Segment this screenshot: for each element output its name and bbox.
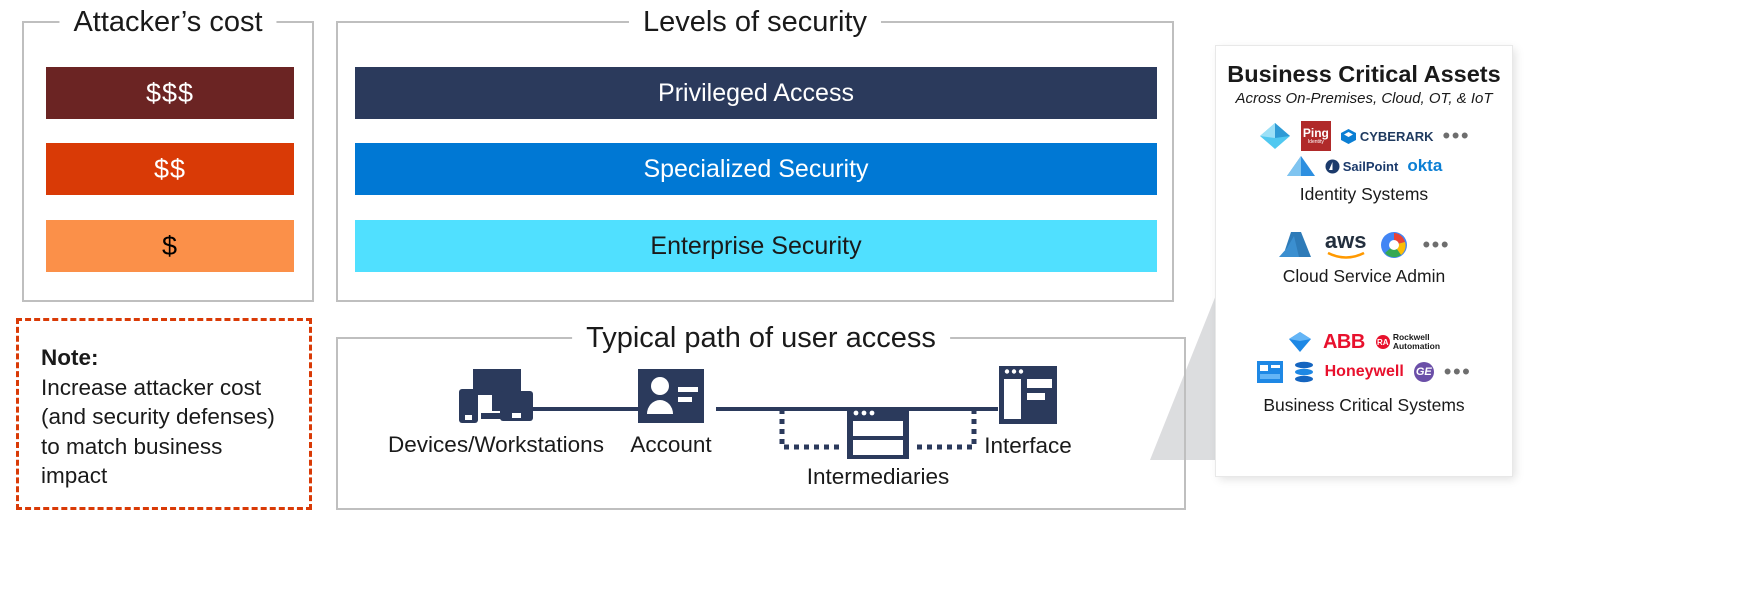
path-node-devices: Devices/Workstations [366, 369, 626, 458]
azure-ad-icon [1259, 123, 1290, 149]
logo-row-identity-2: SailPoint okta [1216, 151, 1512, 181]
level-bar-enterprise-security: Enterprise Security [355, 220, 1157, 272]
level-bar-specialized-security: Specialized Security [355, 143, 1157, 195]
ping-identity-logo: Ping Identity [1300, 121, 1331, 151]
cost-bar-high: $$$ [46, 67, 294, 119]
path-node-interface: Interface [938, 366, 1118, 459]
path-node-account: Account [596, 369, 746, 458]
rockwell-mark-icon: RA [1375, 335, 1390, 349]
levels-of-security-title: Levels of security [628, 6, 882, 38]
sailpoint-logo: SailPoint [1325, 159, 1398, 174]
levels-of-security-panel: Levels of security Privileged Access Spe… [336, 6, 1174, 302]
cyberark-logo: CYBERARK [1340, 128, 1434, 145]
abb-logo: ABB [1322, 330, 1365, 353]
account-card-icon [638, 369, 704, 423]
intermediaries-icon [847, 407, 909, 459]
asset-caption-cloud-service-admin: Cloud Service Admin [1282, 266, 1446, 286]
logo-row-bcs-2: Honeywell GE ••• [1216, 357, 1512, 387]
path-stage: Devices/Workstations Account Intermediar… [338, 339, 1184, 508]
level-bar-privileged-access: Privileged Access [355, 67, 1157, 119]
asset-caption-business-critical-systems: Business Critical Systems [1263, 395, 1465, 415]
okta-logo: okta [1407, 156, 1443, 175]
cyberark-mark-icon [1340, 128, 1356, 144]
asset-group-cloud-service-admin: aws ••• Cloud Service Admin [1216, 227, 1512, 287]
note-content: Note: Increase attacker cost (and securi… [19, 321, 309, 491]
devices-workstations-icon [459, 369, 533, 423]
azure-logo [1278, 232, 1311, 257]
aws-logo: aws [1325, 229, 1366, 260]
interface-window-icon [999, 366, 1057, 424]
keeper-pyramid-icon [1286, 156, 1315, 176]
honeywell-logo: Honeywell [1324, 363, 1404, 380]
path-node-intermediaries-label: Intermediaries [806, 464, 950, 489]
attacker-cost-title: Attacker’s cost [59, 6, 277, 38]
diagram-canvas: Attacker’s cost $$$ $$ $ Note: Increase … [0, 0, 1751, 593]
typical-path-panel: Typical path of user access Devices/Work… [336, 322, 1186, 510]
note-box: Note: Increase attacker cost (and securi… [16, 318, 312, 510]
rockwell-automation-logo: RA Rockwell Automation [1375, 332, 1441, 351]
note-label: Note: [41, 345, 99, 370]
database-icon [1294, 361, 1313, 383]
ge-logo: GE [1413, 362, 1434, 382]
note-text: Increase attacker cost (and security def… [41, 374, 275, 489]
business-critical-assets-card: Business Critical Assets Across On-Premi… [1216, 46, 1512, 476]
sailpoint-mark-icon [1325, 159, 1340, 173]
google-cloud-logo [1381, 232, 1408, 258]
cost-bar-medium: $$ [46, 143, 294, 195]
assets-card-subtitle: Across On-Premises, Cloud, OT, & IoT [1235, 90, 1493, 107]
cost-bar-low: $ [46, 220, 294, 272]
assets-card-title: Business Critical Assets [1227, 61, 1501, 87]
logo-row-identity-1: Ping Identity CYBERARK ••• [1216, 121, 1512, 151]
attacker-cost-panel: Attacker’s cost $$$ $$ $ [22, 6, 314, 302]
asset-group-business-critical-systems: ABB RA Rockwell Automation Honeywell GE … [1216, 327, 1512, 416]
asset-caption-identity-systems: Identity Systems [1299, 184, 1429, 204]
logo-row-cloud-1: aws ••• [1216, 227, 1512, 263]
path-node-interface-label: Interface [984, 433, 1072, 458]
sap-diamond-icon [1288, 332, 1311, 352]
asset-group-identity-systems: Ping Identity CYBERARK ••• SailPoint okt… [1216, 121, 1512, 205]
dashboard-icon [1256, 361, 1283, 383]
cloud-more-dots: ••• [1422, 232, 1451, 257]
path-node-devices-label: Devices/Workstations [388, 432, 604, 457]
identity-more-dots: ••• [1442, 123, 1471, 148]
path-node-account-label: Account [630, 432, 712, 457]
bcs-more-dots: ••• [1443, 359, 1472, 384]
aws-smile-icon [1327, 251, 1365, 259]
logo-row-bcs-1: ABB RA Rockwell Automation [1216, 327, 1512, 357]
